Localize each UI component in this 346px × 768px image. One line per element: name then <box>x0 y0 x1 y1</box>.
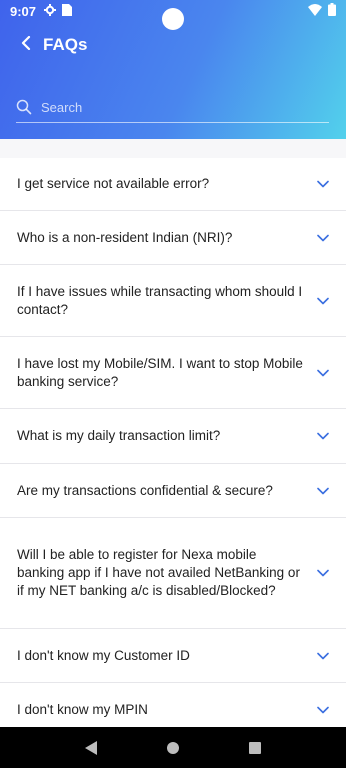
search-input[interactable] <box>41 99 301 115</box>
faq-item[interactable]: What is my daily transaction limit? <box>0 409 346 464</box>
system-navigation-bar <box>0 727 346 768</box>
chevron-down-icon[interactable] <box>316 703 330 717</box>
chevron-down-icon[interactable] <box>316 177 330 191</box>
chevron-down-icon[interactable] <box>316 294 330 308</box>
faq-question: Who is a non-resident Indian (NRI)? <box>17 229 233 245</box>
chevron-down-icon[interactable] <box>316 231 330 245</box>
chevron-down-icon[interactable] <box>316 649 330 663</box>
faq-question: I get service not available error? <box>17 176 210 191</box>
faq-item[interactable]: Are my transactions confidential & secur… <box>0 464 346 518</box>
battery-icon <box>328 3 336 19</box>
top-app-bar: FAQs <box>0 28 346 62</box>
faq-question: I have lost my Mobile/SIM. I want to sto… <box>17 355 303 389</box>
header: 9:07 FAQs <box>0 0 346 139</box>
faq-item[interactable]: I get service not available error? <box>0 158 346 211</box>
home-circle-icon[interactable] <box>158 733 188 763</box>
faq-list: I get service not available error? Who i… <box>0 158 346 737</box>
chevron-down-icon[interactable] <box>316 429 330 443</box>
faq-item[interactable]: Will I be able to register for Nexa mobi… <box>0 518 346 629</box>
faq-item[interactable]: I have lost my Mobile/SIM. I want to sto… <box>0 337 346 409</box>
faq-item[interactable]: I don't know my Customer ID <box>0 629 346 683</box>
faq-question: If I have issues while transacting whom … <box>17 283 303 317</box>
settings-icon <box>44 3 57 19</box>
sim-card-icon <box>62 3 73 19</box>
chevron-down-icon[interactable] <box>316 566 330 580</box>
faq-question: Are my transactions confidential & secur… <box>17 482 273 498</box>
faq-question: Will I be able to register for Nexa mobi… <box>17 547 300 598</box>
search-icon <box>16 98 34 116</box>
chevron-down-icon[interactable] <box>316 366 330 380</box>
camera-cutout <box>162 8 184 30</box>
back-triangle-icon[interactable] <box>76 733 106 763</box>
page-title: FAQs <box>43 35 88 54</box>
faq-item[interactable]: If I have issues while transacting whom … <box>0 265 346 337</box>
chevron-down-icon[interactable] <box>316 484 330 498</box>
faq-question: What is my daily transaction limit? <box>17 428 221 443</box>
faq-question: I don't know my MPIN <box>17 701 148 717</box>
chevron-left-icon <box>21 35 31 55</box>
recents-square-icon[interactable] <box>240 733 270 763</box>
search-bar[interactable] <box>16 92 329 123</box>
faq-question: I don't know my Customer ID <box>17 647 190 663</box>
status-time: 9:07 <box>10 3 37 19</box>
back-button[interactable] <box>14 32 38 58</box>
faq-item[interactable]: Who is a non-resident Indian (NRI)? <box>0 211 346 265</box>
wifi-icon <box>308 3 322 19</box>
